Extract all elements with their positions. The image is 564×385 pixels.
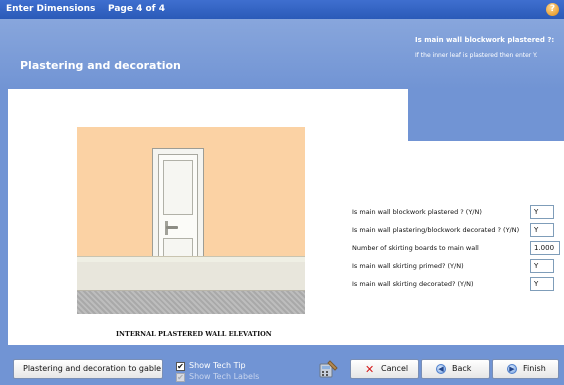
plastered-label: Is main wall blockwork plastered ? (Y/N) [352, 208, 482, 216]
window-title: Enter Dimensions [6, 4, 96, 14]
back-button[interactable]: ◀ Back [421, 359, 490, 379]
finish-arrow-icon: ▶ [507, 364, 517, 374]
back-arrow-icon: ◀ [436, 364, 446, 374]
page-indicator: Page 4 of 4 [108, 4, 165, 14]
skirting-count-input[interactable]: 1.000 [530, 241, 560, 255]
left-margin [0, 89, 8, 345]
help-icon[interactable]: ? [546, 3, 559, 16]
door-handle [166, 226, 178, 229]
floor-section [77, 291, 305, 314]
tech-tip-title: Is main wall blockwork plastered ?: [415, 36, 555, 44]
gable-button-label: Plastering and decoration to gable [23, 364, 162, 373]
skirting-board [77, 262, 305, 291]
show-tech-tip-checkbox[interactable]: ✔ [176, 362, 185, 371]
plastered-input[interactable]: Y [530, 205, 554, 219]
tech-tip-panel [408, 89, 564, 141]
calculator-icon[interactable] [318, 358, 339, 379]
gable-button[interactable]: Plastering and decoration to gable [13, 359, 163, 379]
tech-tip-text: If the inner leaf is plastered then ente… [415, 52, 538, 59]
skirting-primed-input[interactable]: Y [530, 259, 554, 273]
skirting-decorated-label: Is main wall skirting decorated? (Y/N) [352, 280, 474, 288]
skirting-primed-label: Is main wall skirting primed? (Y/N) [352, 262, 464, 270]
cancel-button-label: Cancel [381, 364, 409, 373]
cancel-icon: ✕ [365, 363, 375, 376]
section-title: Plastering and decoration [20, 59, 181, 72]
decorated-label: Is main wall plastering/blockwork decora… [352, 226, 520, 234]
finish-button[interactable]: ▶ Finish [492, 359, 559, 379]
skirting-decorated-input[interactable]: Y [530, 277, 554, 291]
door-panel-top [163, 160, 193, 215]
finish-button-label: Finish [523, 364, 546, 373]
show-tech-labels-checkbox[interactable]: ✔ [176, 373, 185, 382]
skirting-count-label: Number of skirting boards to main wall [352, 244, 479, 252]
show-tech-tip-label: Show Tech Tip [189, 361, 246, 370]
back-button-label: Back [452, 364, 472, 373]
decorated-input[interactable]: Y [530, 223, 554, 237]
elevation-caption: INTERNAL PLASTERED WALL ELEVATION [116, 330, 272, 338]
show-tech-labels-label: Show Tech Labels [189, 372, 260, 381]
title-bar: Enter Dimensions Page 4 of 4 ? [0, 0, 564, 19]
cancel-button[interactable]: ✕ Cancel [350, 359, 419, 379]
header-panel: Plastering and decoration Is main wall b… [0, 19, 564, 89]
